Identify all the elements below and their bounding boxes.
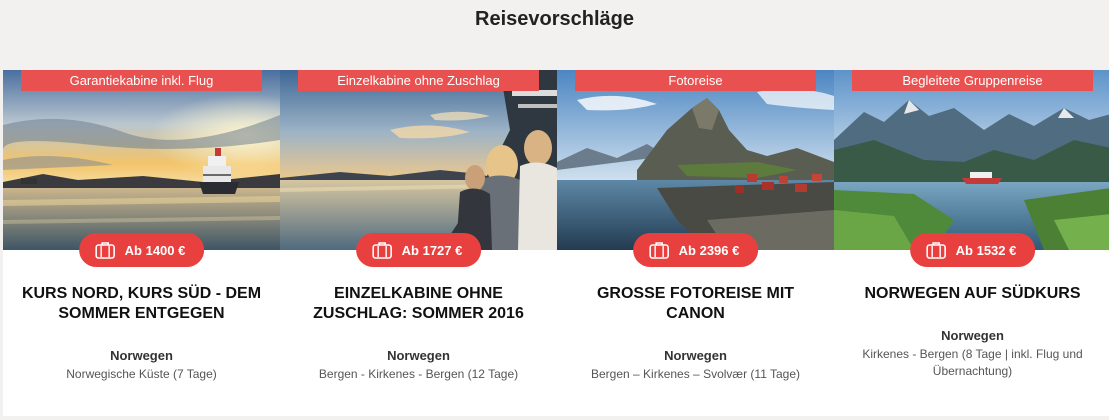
trip-photo-fjord-mountains[interactable]: Begleitete Gruppenreise [834, 70, 1109, 250]
price-button[interactable]: Ab 1727 € [355, 233, 482, 267]
trip-photo-lofoten-village[interactable]: Fotoreise [557, 70, 834, 250]
price-button[interactable]: Ab 2396 € [632, 233, 759, 267]
trip-card[interactable]: Einzelkabine ohne Zuschlag Ab 1727 € EIN… [280, 70, 557, 416]
trip-photo-ship-sunset[interactable]: Garantiekabine inkl. Flug [3, 70, 280, 250]
page-title: Reisevorschläge [475, 8, 634, 30]
trip-route: Bergen – Kirkenes – Svolvær (11 Tage) [591, 367, 800, 381]
trip-region: Norwegen [387, 348, 450, 363]
suitcase-icon [648, 242, 669, 259]
trip-photo-deck-passengers[interactable]: Einzelkabine ohne Zuschlag [280, 70, 557, 250]
trip-title[interactable]: EINZELKABINE OHNE ZUSCHLAG: SOMMER 2016 [290, 284, 547, 324]
trip-route: Bergen - Kirkenes - Bergen (12 Tage) [318, 367, 519, 381]
price-button[interactable]: Ab 1400 € [78, 233, 205, 267]
trip-title[interactable]: GROSSE FOTOREISE MIT CANON [567, 284, 824, 324]
suitcase-icon [925, 242, 946, 259]
trip-card[interactable]: Garantiekabine inkl. Flug Ab 1400 € KURS… [3, 70, 280, 416]
trip-title[interactable]: KURS NORD, KURS SÜD - DEM SOMMER ENTGEGE… [13, 284, 270, 324]
trip-region: Norwegen [110, 348, 173, 363]
trip-title[interactable]: NORWEGEN AUF SÜDKURS [844, 284, 1101, 304]
trip-card[interactable]: Fotoreise Ab 2396 € GROSSE FOTOREISE MIT… [557, 70, 834, 416]
suitcase-icon [94, 242, 115, 259]
trip-category-ribbon: Begleitete Gruppenreise [852, 70, 1093, 91]
price-button[interactable]: Ab 1532 € [909, 233, 1036, 267]
trip-card[interactable]: Begleitete Gruppenreise Ab 1532 € NORWEG… [834, 70, 1109, 416]
trip-category-ribbon: Einzelkabine ohne Zuschlag [298, 70, 539, 91]
trip-route: Norwegische Küste (7 Tage) [66, 367, 217, 381]
suitcase-icon [371, 242, 392, 259]
price-label: Ab 1400 € [124, 242, 186, 258]
price-label: Ab 1727 € [401, 242, 463, 258]
trip-region: Norwegen [664, 348, 727, 363]
trip-category-ribbon: Fotoreise [575, 70, 816, 91]
trip-category-ribbon: Garantiekabine inkl. Flug [21, 70, 262, 91]
trip-route: Kirkenes - Bergen (8 Tage | inkl. Flug u… [862, 347, 1083, 378]
price-label: Ab 2396 € [678, 242, 740, 258]
trip-region: Norwegen [941, 328, 1004, 343]
price-label: Ab 1532 € [955, 242, 1017, 258]
trip-cards: Garantiekabine inkl. Flug Ab 1400 € KURS… [3, 70, 1109, 416]
